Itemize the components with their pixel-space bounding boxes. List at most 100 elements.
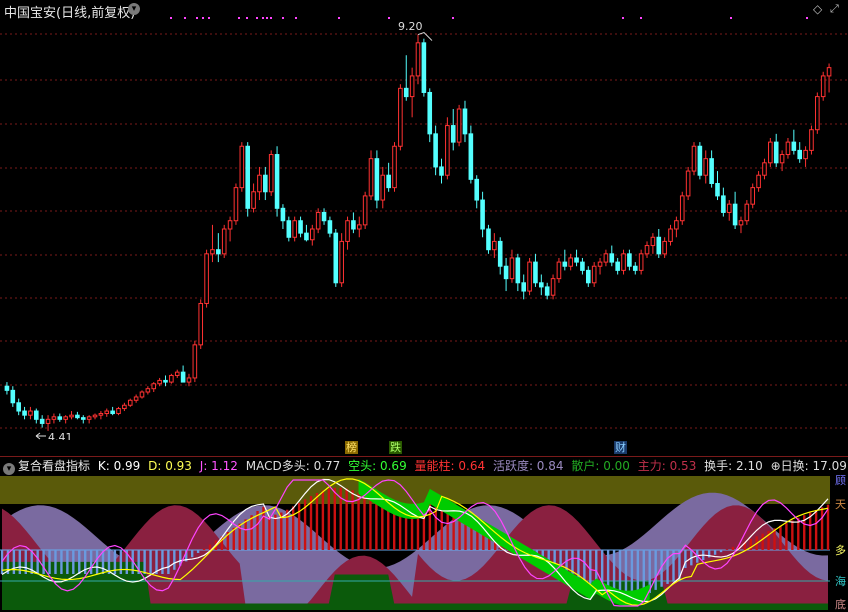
- signal-dot: [202, 17, 204, 19]
- volume-bar: [209, 545, 211, 550]
- candle-body: [469, 134, 473, 180]
- candle-body: [93, 415, 97, 417]
- volume-bar: [345, 489, 347, 550]
- volume-bar: [827, 505, 829, 550]
- candle-body: [710, 159, 714, 184]
- volume-bar: [785, 523, 787, 550]
- volume-bar: [809, 513, 811, 550]
- candle-body: [381, 175, 385, 200]
- candle-body: [393, 146, 397, 187]
- candle-body: [598, 262, 602, 266]
- candle-body: [669, 229, 673, 241]
- candle-body: [440, 167, 444, 175]
- candle-body: [722, 196, 726, 213]
- volume-bar: [96, 550, 98, 574]
- volume-bar: [334, 488, 336, 550]
- candle-body: [29, 411, 33, 415]
- candle-body: [551, 279, 555, 296]
- volume-bar: [54, 550, 56, 574]
- volume-bar: [393, 512, 395, 550]
- candle-body: [504, 266, 508, 278]
- volume-bar: [458, 519, 460, 550]
- volume-bar: [791, 520, 793, 550]
- candle-body: [199, 303, 203, 344]
- chevron-down-icon[interactable]: ▾: [3, 463, 15, 475]
- volume-bar: [399, 514, 401, 550]
- volume-bar: [405, 516, 407, 550]
- candle-body: [293, 221, 297, 238]
- candle-body: [751, 188, 755, 205]
- volume-bar: [351, 490, 353, 550]
- candle-body: [434, 134, 438, 167]
- volume-bar: [60, 550, 62, 574]
- candle-body: [164, 380, 168, 382]
- candle-body: [557, 262, 561, 279]
- volume-bar: [369, 499, 371, 550]
- candle-body: [804, 150, 808, 158]
- side-label-hai: 海: [835, 573, 846, 589]
- candle-body: [187, 378, 191, 382]
- signal-dot: [184, 17, 186, 19]
- volume-bar: [143, 550, 145, 574]
- activity-value: 活跃度: 0.84: [493, 459, 564, 473]
- volume-bar: [268, 516, 270, 550]
- j-value: J: 1.12: [200, 459, 238, 473]
- candle-body: [410, 76, 414, 97]
- candle-body: [416, 43, 420, 76]
- signal-dot: [266, 17, 268, 19]
- candle-body: [686, 171, 690, 196]
- candle-body: [234, 188, 238, 221]
- volume-bar: [322, 490, 324, 550]
- candle-body: [64, 417, 68, 419]
- candle-body: [792, 142, 796, 150]
- volume-bar: [761, 534, 763, 550]
- candle-body: [211, 250, 215, 254]
- candle-body: [140, 392, 144, 397]
- signal-dot: [282, 17, 284, 19]
- marker-die[interactable]: 跌: [389, 441, 402, 454]
- volume-bar: [191, 550, 193, 557]
- retail-value: 散户: 0.00: [571, 459, 630, 473]
- volume-bar: [316, 493, 318, 550]
- candle-body: [240, 146, 244, 187]
- volume-bar: [387, 509, 389, 550]
- candle-body: [522, 283, 526, 291]
- candle-body: [463, 109, 467, 134]
- signal-dot: [806, 17, 808, 19]
- indicator-name[interactable]: 复合看盘指标: [18, 459, 90, 473]
- candle-body: [246, 146, 250, 208]
- marker-bang[interactable]: 榜: [345, 441, 358, 454]
- candle-body: [281, 208, 285, 220]
- candle-body: [134, 397, 138, 400]
- volume-bar: [446, 512, 448, 550]
- volume-bar: [66, 550, 68, 574]
- candle-body: [757, 175, 761, 187]
- candle-body: [11, 390, 15, 402]
- signal-dot: [388, 17, 390, 19]
- candle-body: [123, 405, 127, 408]
- volume-bar: [173, 550, 175, 570]
- signal-dot: [256, 17, 258, 19]
- volume-bar: [411, 516, 413, 550]
- candle-body: [105, 411, 109, 413]
- volume-bar: [161, 550, 163, 574]
- marker-cai[interactable]: 财: [614, 441, 627, 454]
- candle-body: [827, 68, 831, 76]
- indicator-chart[interactable]: [0, 476, 830, 610]
- candle-body: [158, 380, 162, 383]
- candle-body: [375, 159, 379, 200]
- candle-body: [152, 384, 156, 389]
- candle-body: [205, 254, 209, 304]
- candle-body: [675, 221, 679, 229]
- candle-body: [328, 221, 332, 233]
- signal-dot: [262, 17, 264, 19]
- candle-body: [575, 258, 579, 262]
- volume-bar: [197, 550, 199, 553]
- candle-body: [40, 419, 44, 423]
- candle-body: [52, 417, 56, 419]
- candle-body: [334, 233, 338, 283]
- candle-body: [23, 411, 27, 415]
- volume-bar: [292, 506, 294, 550]
- price-chart[interactable]: 9.20 4.41: [0, 0, 848, 440]
- candle-body: [810, 130, 814, 151]
